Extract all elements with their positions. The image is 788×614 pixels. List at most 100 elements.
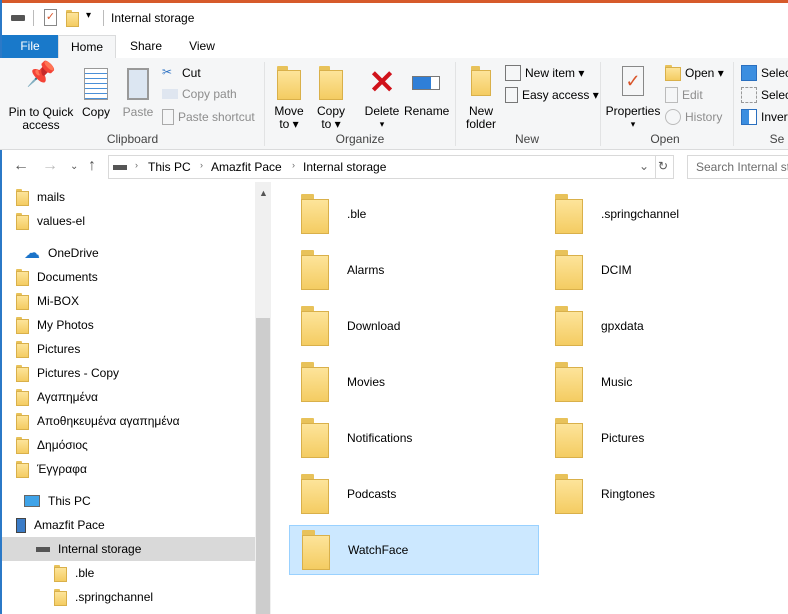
folder-icon xyxy=(555,362,583,402)
sidebar-item[interactable]: mails xyxy=(2,185,255,209)
new-folder-button[interactable]: New folder xyxy=(460,66,502,131)
sidebar-item-label: .ble xyxy=(75,566,95,580)
folder-icon xyxy=(301,418,329,458)
divider xyxy=(264,62,265,146)
sidebar-item[interactable]: Αγαπημένα xyxy=(2,385,255,409)
sidebar-item[interactable]: .ble xyxy=(2,561,255,585)
file-item[interactable]: Movies xyxy=(289,357,539,407)
copy-path-button[interactable]: Copy path xyxy=(162,87,237,101)
file-item[interactable]: gpxdata xyxy=(543,301,788,351)
folder-icon xyxy=(16,436,29,454)
label: access xyxy=(22,118,60,132)
sidebar-item[interactable]: Amazfit Pace xyxy=(2,513,255,537)
cut-button[interactable]: ✂ Cut xyxy=(162,65,201,81)
edit-button[interactable]: Edit xyxy=(665,87,703,103)
file-item[interactable]: Music xyxy=(543,357,788,407)
sidebar-item[interactable]: values-el xyxy=(2,209,255,233)
rename-button[interactable]: Rename xyxy=(404,66,450,118)
sidebar-item[interactable]: .springchannel xyxy=(2,585,255,609)
folder-icon xyxy=(301,474,329,514)
tab-share[interactable]: Share xyxy=(120,35,172,59)
file-item[interactable]: Alarms xyxy=(289,245,539,295)
scissors-icon: ✂ xyxy=(162,65,173,79)
sidebar-item[interactable]: Αποθηκευμένα αγαπημένα xyxy=(2,409,255,433)
history-button[interactable]: History xyxy=(665,109,722,125)
sidebar-item[interactable]: This PC xyxy=(2,489,255,513)
properties-icon: ✓ xyxy=(622,66,644,96)
label: History xyxy=(685,110,723,124)
scrollbar-thumb[interactable] xyxy=(256,318,270,614)
customize-toolbar-icon[interactable]: ▾ xyxy=(86,10,91,21)
invert-selection-button[interactable]: Invert xyxy=(741,109,788,125)
copy-button[interactable]: Copy xyxy=(78,68,114,119)
open-button[interactable]: Open ▾ xyxy=(665,65,724,82)
tab-home[interactable]: Home xyxy=(58,35,116,60)
new-folder-quick-icon[interactable] xyxy=(66,10,79,28)
label: Cut xyxy=(182,66,201,80)
refresh-icon[interactable]: ↻ xyxy=(658,159,668,173)
tab-view[interactable]: View xyxy=(176,35,228,59)
file-item[interactable]: Download xyxy=(289,301,539,351)
paste-button[interactable]: Paste xyxy=(120,68,156,119)
copy-to-button[interactable]: Copy to ▾ xyxy=(312,66,350,131)
select-none-button[interactable]: Select xyxy=(741,87,788,103)
recent-locations-button[interactable]: ⌄ xyxy=(70,161,78,172)
file-name: Download xyxy=(347,319,401,333)
up-button[interactable]: ↑ xyxy=(88,157,96,175)
label: New item ▾ xyxy=(525,66,585,80)
file-name: Alarms xyxy=(347,263,385,277)
sidebar-item-label: This PC xyxy=(48,494,91,508)
breadcrumb-amazfit-pace[interactable]: Amazfit Pace xyxy=(211,160,282,174)
history-icon xyxy=(665,109,681,125)
new-item-button[interactable]: New item ▾ xyxy=(505,65,584,81)
file-item[interactable]: Ringtones xyxy=(543,469,788,519)
back-button[interactable]: ← xyxy=(13,157,29,175)
label: Paste xyxy=(122,105,154,119)
sidebar-item[interactable]: Mi-BOX xyxy=(2,289,255,313)
file-item[interactable]: Pictures xyxy=(543,413,788,463)
easy-access-button[interactable]: Easy access ▾ xyxy=(505,87,599,103)
edit-icon xyxy=(665,87,678,103)
folder-icon xyxy=(16,460,29,478)
label: Select xyxy=(761,88,788,102)
file-item[interactable]: WatchFace xyxy=(289,525,539,575)
divider xyxy=(103,10,104,26)
address-dropdown-icon[interactable]: ⌄ xyxy=(639,159,649,173)
folder-icon xyxy=(16,340,29,358)
forward-button[interactable]: → xyxy=(42,157,58,175)
sidebar-item[interactable]: ☁ OneDrive xyxy=(2,241,255,265)
file-item[interactable]: Notifications xyxy=(289,413,539,463)
pin-to-quick-access-button[interactable]: 📌 Pin to Quick access xyxy=(6,63,76,132)
delete-button[interactable]: ✕ Delete ▾ xyxy=(362,66,402,131)
sidebar-item[interactable]: Pictures - Copy xyxy=(2,361,255,385)
sidebar-item[interactable]: Documents xyxy=(2,265,255,289)
folder-icon xyxy=(16,212,29,230)
sidebar-item[interactable]: Pictures xyxy=(2,337,255,361)
file-item[interactable]: DCIM xyxy=(543,245,788,295)
address-bar[interactable]: › This PC › Amazfit Pace › Internal stor… xyxy=(108,155,674,179)
label: Paste shortcut xyxy=(178,110,255,124)
copy-path-icon xyxy=(162,89,178,99)
rename-icon xyxy=(412,76,440,90)
scroll-up-icon[interactable]: ▲ xyxy=(259,188,268,198)
properties-button[interactable]: ✓ Properties ▾ xyxy=(604,66,662,131)
breadcrumb-this-pc[interactable]: This PC xyxy=(148,160,191,174)
search-input[interactable]: Search Internal storage xyxy=(687,155,788,179)
tab-file[interactable]: File xyxy=(2,35,58,59)
sidebar-item[interactable]: Δημόσιος xyxy=(2,433,255,457)
chevron-right-icon: › xyxy=(135,160,138,170)
navigation-pane: mails values-el ☁ OneDrive Documents Mi-BOX My… xyxy=(2,182,255,614)
file-item[interactable]: Podcasts xyxy=(289,469,539,519)
paste-shortcut-button[interactable]: Paste shortcut xyxy=(162,109,255,125)
sidebar-item[interactable]: My Photos xyxy=(2,313,255,337)
breadcrumb-internal-storage[interactable]: Internal storage xyxy=(303,160,386,174)
move-to-button[interactable]: Move to ▾ xyxy=(270,66,308,131)
sidebar-item[interactable]: Έγγραφα xyxy=(2,457,255,481)
file-item[interactable]: .springchannel xyxy=(543,189,788,239)
file-item[interactable]: .ble xyxy=(289,189,539,239)
copy-icon xyxy=(84,68,108,100)
select-all-button[interactable]: Select xyxy=(741,65,788,81)
properties-quick-icon[interactable]: ✓ xyxy=(44,9,57,26)
sidebar-item[interactable]: Internal storage xyxy=(2,537,255,561)
label: Rename xyxy=(404,104,450,118)
